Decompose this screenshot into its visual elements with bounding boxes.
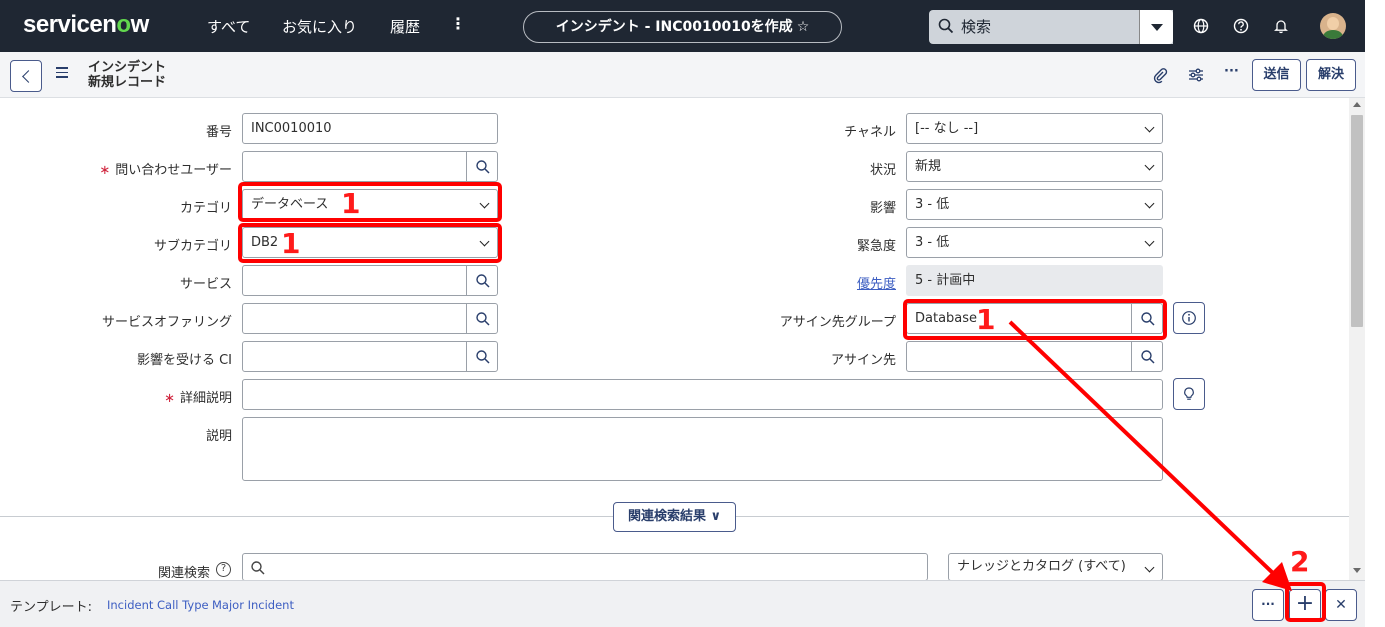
number-field[interactable]: INC0010010 [242,113,498,144]
template-label: テンプレート: [10,600,92,615]
search-icon [476,274,490,288]
globe-icon[interactable] [1192,17,1210,35]
annotation-number-subcategory: 1 [281,227,301,260]
search-icon [251,561,265,575]
settings-sliders-icon[interactable] [1187,66,1205,84]
caller-lookup-button[interactable] [466,151,498,182]
service-field[interactable] [242,265,467,296]
highlight-add-template [1285,582,1326,622]
channel-label: チャネル [844,125,896,140]
group-info-button[interactable] [1173,302,1205,334]
context-menu-icon[interactable] [56,67,68,78]
submit-button[interactable]: 送信 [1252,59,1301,91]
template-bar: テンプレート: Incident Call Type Major Inciden… [0,580,1365,627]
required-marker: ∗ [99,163,111,178]
state-label: 状況 [869,163,896,178]
affected-ci-field[interactable] [242,341,467,372]
search-icon [938,18,954,34]
form-header: インシデント 新規レコード ··· 送信 解決 [0,52,1365,98]
impact-label: 影響 [869,201,896,216]
state-select[interactable]: 新規 [906,151,1163,182]
lightbulb-icon [1184,387,1194,400]
help-icon[interactable] [1232,17,1250,35]
service-offering-lookup-button[interactable] [466,303,498,334]
global-search-input[interactable] [961,16,1131,38]
template-link-major-incident[interactable]: Major Incident [212,598,294,612]
category-label: カテゴリ [179,201,232,216]
user-avatar[interactable] [1320,13,1346,39]
nav-favorites[interactable]: お気に入り [282,16,357,37]
affected-ci-label: 影響を受ける CI [136,353,232,368]
page-title: インシデント - INC0010010を作成 [555,19,793,35]
assigned-to-label: アサイン先 [830,353,896,368]
paperclip-icon[interactable] [1151,66,1169,84]
scroll-up-arrow-icon[interactable] [1353,102,1361,107]
more-options-icon[interactable]: ··· [1224,64,1242,82]
nav-history[interactable]: 履歴 [390,16,420,37]
search-icon [476,160,490,174]
required-marker: ∗ [164,391,175,406]
affected-ci-lookup-button[interactable] [466,341,498,372]
impact-select[interactable]: 3 - 低 [906,189,1163,220]
service-offering-field[interactable] [242,303,467,334]
description-label: 説明 [205,429,232,444]
description-textarea[interactable] [242,417,1163,481]
info-icon [1182,311,1196,325]
template-more-button[interactable]: ··· [1252,589,1284,621]
suggestion-button[interactable] [1173,378,1205,410]
service-lookup-button[interactable] [466,265,498,296]
search-scope-dropdown[interactable] [1139,10,1173,44]
back-button[interactable] [10,60,42,92]
question-icon[interactable]: ? [216,562,231,577]
search-icon [476,312,490,326]
template-link-incident-call-type[interactable]: Incident Call Type [107,598,209,612]
number-label: 番号 [205,125,232,140]
highlight-subcategory [238,223,502,263]
page-title-pill[interactable]: インシデント - INC0010010を作成 ☆ [523,11,842,43]
record-title: インシデント 新規レコード [88,60,167,90]
nav-more-icon[interactable]: ⋮ [450,14,466,33]
channel-select[interactable]: [-- なし --] [906,113,1163,144]
annotation-number-assignment-group: 1 [976,303,996,336]
highlight-assignment-group [903,299,1167,340]
related-search-input[interactable] [242,553,928,581]
annotation-number-category: 1 [341,187,361,220]
search-icon [1141,350,1155,364]
service-offering-label: サービスオファリング [101,315,232,330]
short-description-field[interactable] [242,379,1163,410]
assigned-to-field[interactable] [906,341,1132,372]
service-label: サービス [179,277,232,292]
nav-all[interactable]: すべて [207,16,250,37]
urgency-label: 緊急度 [856,239,896,254]
scroll-down-arrow-icon[interactable] [1353,568,1361,573]
related-search-scope-select[interactable]: ナレッジとカタログ (すべて) [948,553,1163,581]
top-navigation-bar: servicenow すべて お気に入り 履歴 ⋮ インシデント - INC00… [0,0,1365,52]
favorite-star-icon[interactable]: ☆ [797,19,810,35]
urgency-select[interactable]: 3 - 低 [906,227,1163,258]
subcategory-label: サブカテゴリ [153,239,232,254]
caller-field[interactable] [242,151,467,182]
related-search-results-button[interactable]: 関連検索結果 ∨ [613,502,736,532]
assignment-group-label: アサイン先グループ [779,315,896,330]
caller-label: ∗ 問い合わせユーザー [99,163,232,178]
servicenow-logo[interactable]: servicenow [23,11,149,39]
priority-field: 5 - 計画中 [906,265,1163,296]
resolve-button[interactable]: 解決 [1306,59,1356,91]
short-description-label: ∗ 詳細説明 [164,391,232,406]
highlight-category [238,182,502,222]
related-search-label: 関連検索 [157,566,210,581]
annotation-number-add-template: 2 [1290,545,1310,578]
scrollbar-thumb[interactable] [1351,115,1363,327]
bell-icon[interactable] [1272,17,1290,35]
assigned-to-lookup-button[interactable] [1131,341,1163,372]
close-template-bar-button[interactable]: ✕ [1325,589,1357,621]
global-search[interactable] [929,10,1173,44]
priority-label-link[interactable]: 優先度 [820,273,896,292]
search-icon [476,350,490,364]
